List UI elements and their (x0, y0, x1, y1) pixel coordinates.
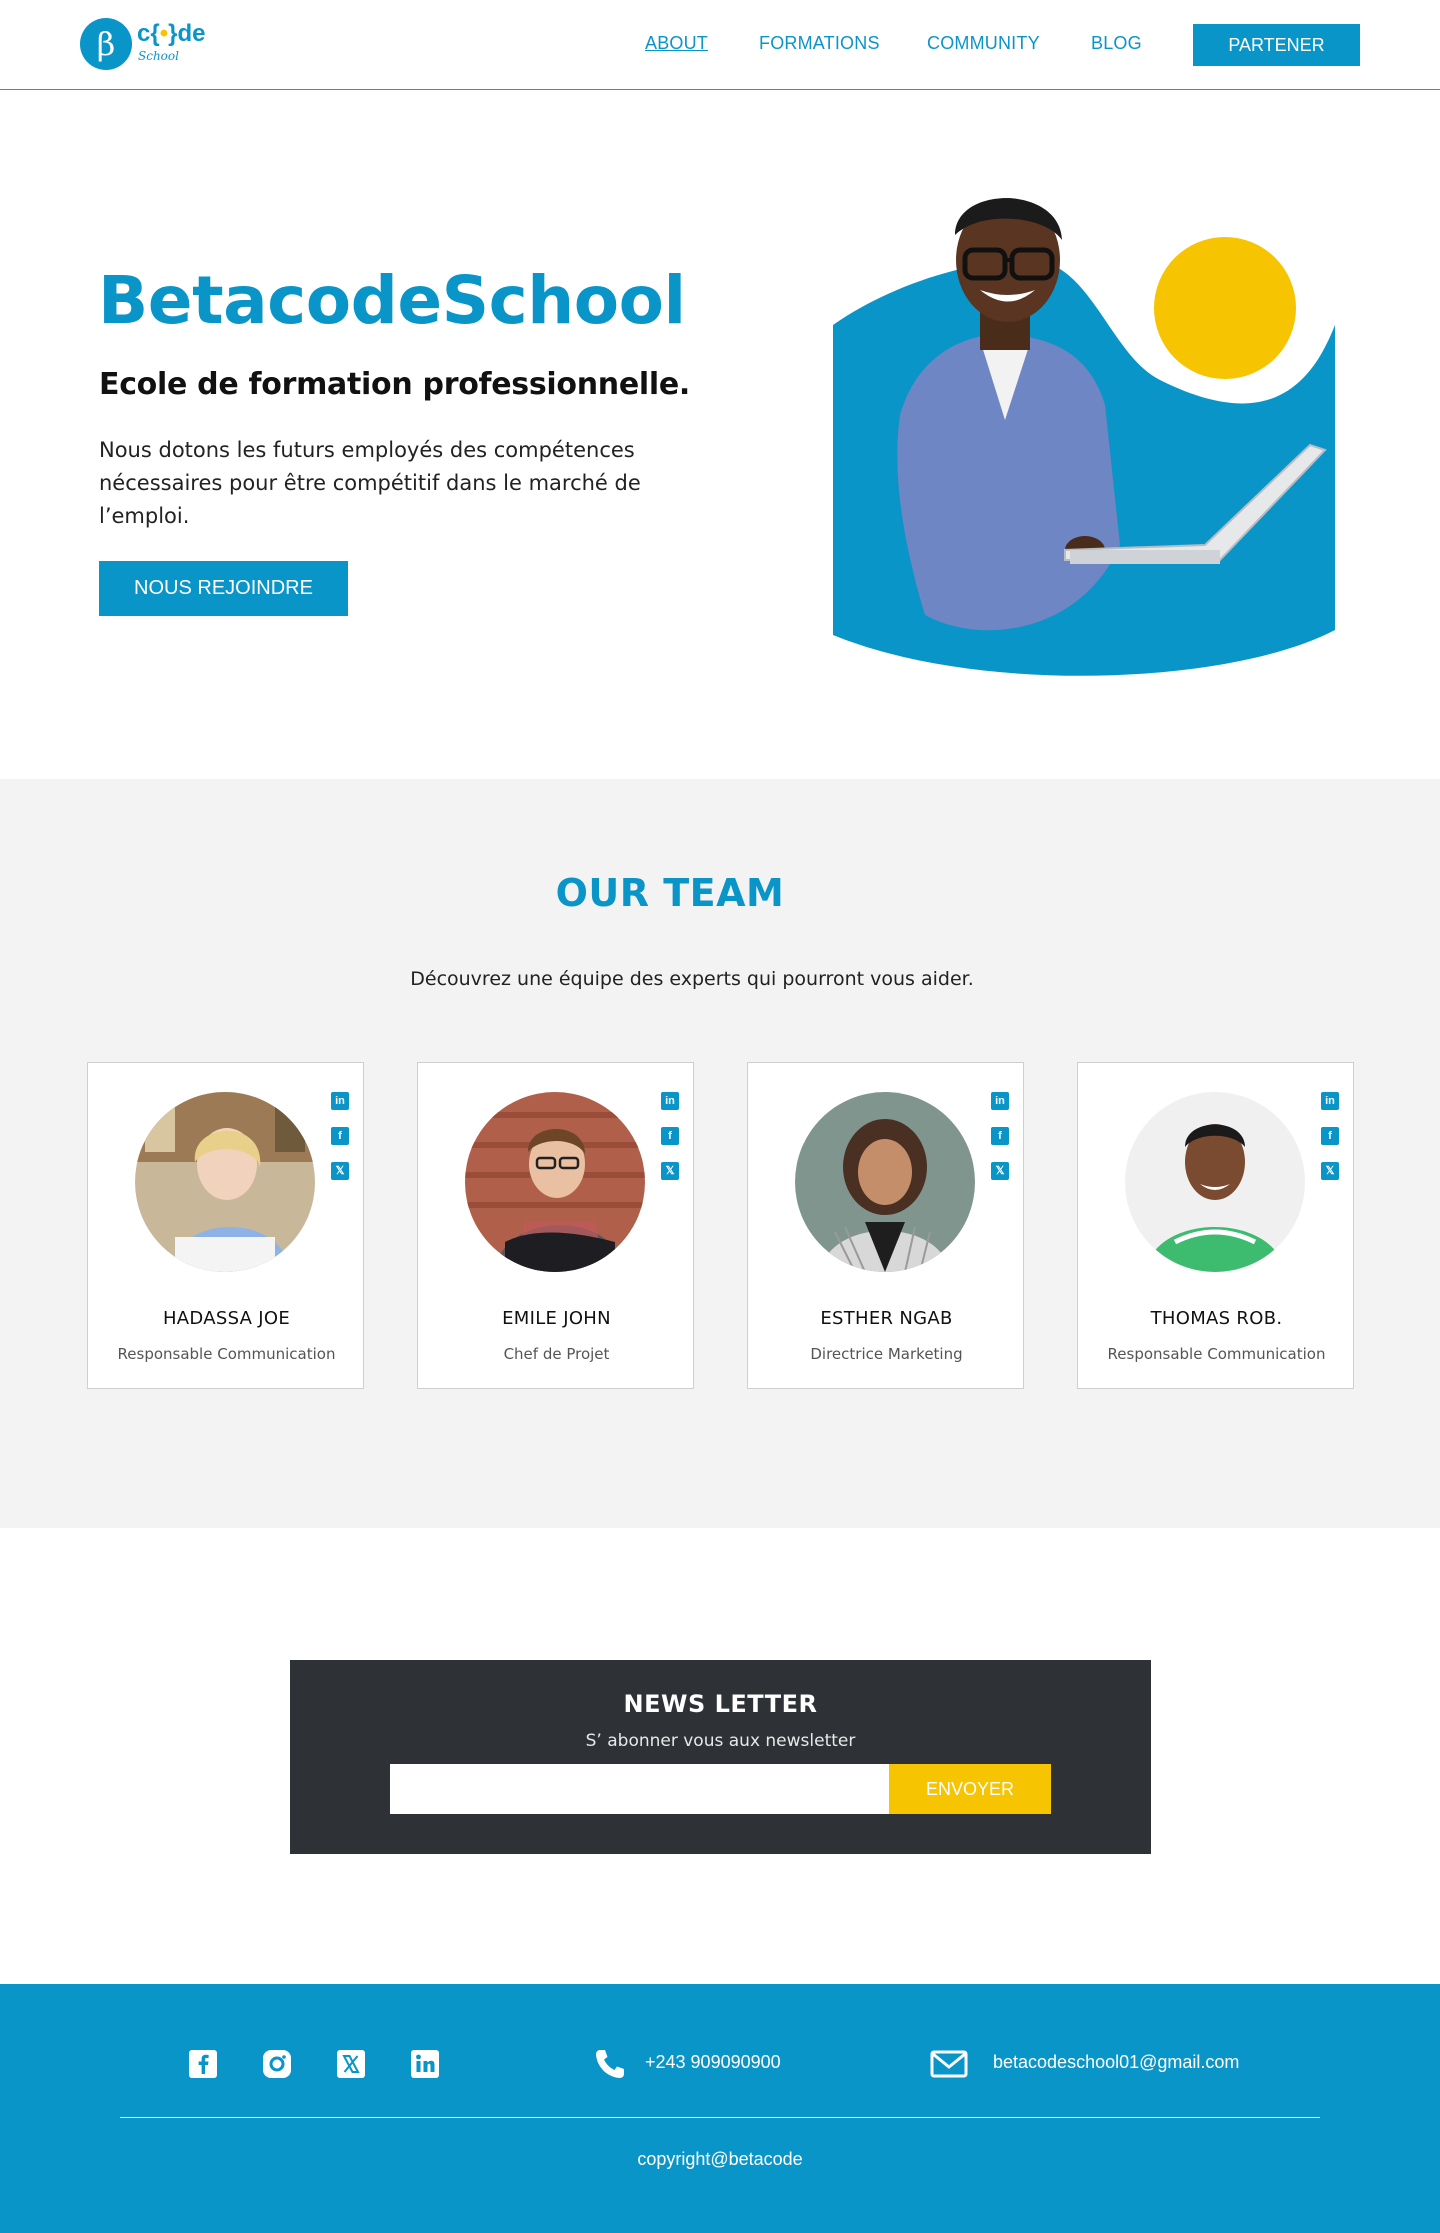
team-title: OUR TEAM (555, 871, 785, 915)
x-icon[interactable]: 𝕏 (991, 1162, 1009, 1180)
footer: +243 909090900 betacodeschool01@gmail.co… (0, 1984, 1440, 2233)
x-icon[interactable]: 𝕏 (1321, 1162, 1339, 1180)
linkedin-icon[interactable]: in (331, 1092, 349, 1110)
team-card: in f 𝕏 EMILE JOHN Chef de Projet (417, 1062, 694, 1389)
member-name: THOMAS ROB. (1150, 1308, 1283, 1329)
logo-wordmark: c{•}de (137, 20, 205, 48)
team-card: in f 𝕏 ESTHER NGAB Directrice Marketing (747, 1062, 1024, 1389)
facebook-icon[interactable]: f (661, 1127, 679, 1145)
instagram-icon[interactable] (262, 2049, 292, 2079)
avatar (795, 1092, 975, 1272)
nav-formations-link[interactable]: FORMATIONS (759, 33, 880, 54)
logo-brace-open: { (150, 20, 160, 47)
logo-dot: • (159, 20, 169, 47)
newsletter-title: NEWS LETTER (623, 1690, 818, 1718)
logo-beta-icon: β (80, 18, 132, 70)
member-name: EMILE JOHN (502, 1308, 611, 1329)
avatar (135, 1092, 315, 1272)
linkedin-icon[interactable]: in (1321, 1092, 1339, 1110)
team-card: in f 𝕏 THOMAS ROB. Responsable Communica… (1077, 1062, 1354, 1389)
newsletter-subtitle: S’ abonner vous aux newsletter (585, 1731, 856, 1751)
mail-icon (930, 2049, 968, 2079)
hero-subtitle: Ecole de formation professionnelle. (99, 367, 690, 402)
member-photo (795, 1092, 975, 1272)
newsletter-email-input[interactable] (390, 1764, 890, 1814)
partner-button[interactable]: PARTENER (1193, 24, 1360, 66)
team-section: OUR TEAM Découvrez une équipe des expert… (0, 779, 1440, 1528)
copyright-text: copyright@betacode (637, 2149, 803, 2169)
x-icon[interactable]: 𝕏 (331, 1162, 349, 1180)
member-role: Responsable Communication (117, 1345, 336, 1363)
avatar (1125, 1092, 1305, 1272)
member-photo (1125, 1092, 1305, 1272)
navbar: β c{•}de School ABOUT FORMATIONS COMMUNI… (0, 0, 1440, 90)
newsletter-submit-button[interactable]: ENVOYER (889, 1764, 1051, 1814)
hero-illustration (830, 165, 1340, 690)
footer-email[interactable]: betacodeschool01@gmail.com (993, 2052, 1239, 2073)
linkedin-icon[interactable] (410, 2049, 440, 2079)
logo-subtitle: School (138, 49, 179, 63)
nav-about-link[interactable]: ABOUT (645, 33, 708, 54)
footer-divider (120, 2117, 1320, 2118)
x-icon[interactable] (336, 2049, 366, 2079)
linkedin-icon[interactable]: in (991, 1092, 1009, 1110)
member-role: Directrice Marketing (810, 1345, 963, 1363)
hero-student-image (833, 198, 1335, 676)
logo[interactable]: β c{•}de School (80, 18, 220, 72)
facebook-icon[interactable]: f (1321, 1127, 1339, 1145)
logo-letter-c: c (137, 20, 151, 47)
member-photo (135, 1092, 315, 1272)
linkedin-icon[interactable]: in (661, 1092, 679, 1110)
phone-icon (593, 2047, 627, 2081)
team-subtitle: Découvrez une équipe des experts qui pou… (410, 968, 974, 990)
team-card: in f 𝕏 HADASSA JOE Responsable Communica… (87, 1062, 364, 1389)
member-name: ESTHER NGAB (820, 1308, 953, 1329)
nav-blog-link[interactable]: BLOG (1091, 33, 1142, 54)
nav-community-link[interactable]: COMMUNITY (927, 33, 1040, 54)
avatar (465, 1092, 645, 1272)
hero-description: Nous dotons les futurs employés des comp… (99, 438, 641, 528)
newsletter-section: NEWS LETTER S’ abonner vous aux newslett… (290, 1660, 1151, 1854)
x-icon[interactable]: 𝕏 (661, 1162, 679, 1180)
member-photo (465, 1092, 645, 1272)
footer-phone[interactable]: +243 909090900 (645, 2052, 781, 2073)
member-name: HADASSA JOE (162, 1308, 291, 1329)
facebook-icon[interactable]: f (331, 1127, 349, 1145)
logo-letters-de: de (177, 20, 206, 47)
facebook-icon[interactable]: f (991, 1127, 1009, 1145)
member-role: Chef de Projet (503, 1345, 610, 1363)
member-role: Responsable Communication (1107, 1345, 1326, 1363)
facebook-icon[interactable] (188, 2049, 218, 2079)
hero-title: BetacodeSchool (98, 262, 686, 339)
join-button[interactable]: NOUS REJOINDRE (99, 561, 348, 616)
